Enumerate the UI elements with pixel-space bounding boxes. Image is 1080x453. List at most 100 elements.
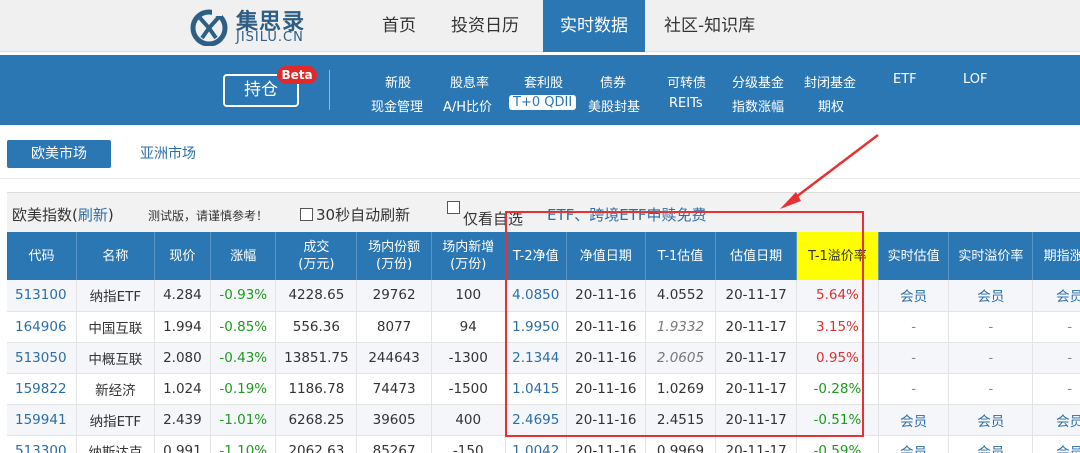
cell-change: -0.19%	[210, 373, 277, 405]
cell-estimate-date: 20-11-17	[715, 435, 798, 453]
subnav-reits[interactable]: REITs	[669, 96, 703, 111]
table-row[interactable]: 159941 纳指ETF 2.439 -1.01% 6268.25 39605 400 2.4…	[7, 404, 1080, 436]
column-header-realtime-premium[interactable]: 实时溢价率	[948, 232, 1034, 280]
column-header-futures-change[interactable]: 期指涨幅	[1032, 232, 1080, 280]
subnav-convertible-bonds[interactable]: 可转债	[667, 72, 706, 91]
cell-shares: 74473	[356, 373, 432, 405]
cell-t2-nav: 1.0042	[505, 435, 567, 453]
subnav-etf[interactable]: ETF	[893, 72, 917, 87]
subnav-ah-ratio[interactable]: A/H比价	[443, 96, 492, 115]
cell-futures-change[interactable]: 会员	[1032, 435, 1080, 453]
cell-nav-date: 20-11-16	[566, 404, 646, 436]
cell-shares: 85267	[356, 435, 432, 453]
column-header-new-shares[interactable]: 场内新增 (万份)	[431, 232, 506, 280]
watchlist-only-toggle[interactable]: 仅看自选	[447, 201, 523, 228]
cell-realtime-estimate[interactable]: 会员	[878, 404, 950, 436]
subnav-divider	[329, 70, 330, 110]
table-row[interactable]: 164906 中国互联 1.994 -0.85% 556.36 8077 94 1.9950 2…	[7, 311, 1080, 343]
column-header-code[interactable]: 代码	[7, 232, 78, 280]
cell-realtime-premium[interactable]: 会员	[948, 404, 1034, 436]
promo-link[interactable]: ETF、跨境ETF申赎免费	[547, 204, 707, 225]
tab-europe-america[interactable]: 欧美市场	[7, 140, 111, 168]
cell-code[interactable]: 513050	[7, 342, 78, 374]
cell-price: 4.284	[154, 280, 212, 312]
column-header-t1-premium[interactable]: T-1溢价率	[796, 232, 879, 280]
watchlist-only-checkbox[interactable]	[447, 201, 460, 214]
nav-home[interactable]: 首页	[382, 0, 420, 52]
cell-t1-estimate: 2.4515	[645, 404, 717, 436]
subnav-options[interactable]: 期权	[818, 96, 844, 115]
cell-t1-premium: -0.28%	[796, 373, 879, 405]
cell-t1-premium: -0.59%	[796, 435, 879, 453]
subnav-lof[interactable]: LOF	[963, 72, 988, 87]
subnav-bonds[interactable]: 债券	[600, 72, 626, 91]
auto-refresh-toggle[interactable]: 30秒自动刷新	[300, 204, 410, 225]
subnav-new-stocks[interactable]: 新股	[385, 72, 411, 91]
cell-t1-estimate: 0.9969	[645, 435, 717, 453]
subnav-arbitrage[interactable]: 套利股	[524, 72, 563, 91]
cell-nav-date: 20-11-16	[566, 280, 646, 312]
cell-realtime-estimate[interactable]: 会员	[878, 435, 950, 453]
cell-t1-premium: 5.64%	[796, 280, 879, 312]
cell-futures-change[interactable]: 会员	[1032, 404, 1080, 436]
cell-turnover: 556.36	[275, 311, 358, 343]
tab-asia[interactable]: 亚洲市场	[140, 140, 196, 168]
cell-t2-nav: 1.9950	[505, 311, 567, 343]
column-header-shares[interactable]: 场内份额 (万份)	[356, 232, 432, 280]
column-header-estimate-date[interactable]: 估值日期	[715, 232, 798, 280]
subnav-t0-qdii[interactable]: T+0 QDII	[509, 95, 577, 110]
cell-futures-change[interactable]: 会员	[1032, 280, 1080, 312]
column-header-name[interactable]: 名称	[76, 232, 155, 280]
subnav-index-change[interactable]: 指数涨幅	[732, 96, 784, 115]
column-header-turnover[interactable]: 成交 (万元)	[275, 232, 358, 280]
cell-t1-estimate: 1.0269	[645, 373, 717, 405]
column-header-t2-nav[interactable]: T-2净值	[505, 232, 567, 280]
cell-change: -1.01%	[210, 404, 277, 436]
cell-nav-date: 20-11-16	[566, 373, 646, 405]
subnav-us-closed-funds[interactable]: 美股封基	[588, 96, 640, 115]
cell-price: 2.080	[154, 342, 212, 374]
nav-community[interactable]: 社区-知识库	[664, 0, 774, 52]
cell-price: 0.991	[154, 435, 212, 453]
cell-code[interactable]: 513300	[7, 435, 78, 453]
cell-name: 中概互联	[76, 342, 155, 374]
column-header-nav-date[interactable]: 净值日期	[566, 232, 646, 280]
cell-shares: 244643	[356, 342, 432, 374]
nav-realtime-data[interactable]: 实时数据	[543, 0, 645, 52]
cell-code[interactable]: 159941	[7, 404, 78, 436]
table-row[interactable]: 513050 中概互联 2.080 -0.43% 13851.75 244643 -1300…	[7, 342, 1080, 374]
subnav-dividend-yield[interactable]: 股息率	[450, 72, 489, 91]
cell-estimate-date: 20-11-17	[715, 404, 798, 436]
cell-turnover: 1186.78	[275, 373, 358, 405]
nav-investment-calendar[interactable]: 投资日历	[451, 0, 525, 52]
table-row[interactable]: 159822 新经济 1.024 -0.19% 1186.78 74473 -1500 1.0…	[7, 373, 1080, 405]
cell-change: -0.85%	[210, 311, 277, 343]
subnav-structured-funds[interactable]: 分级基金	[732, 72, 784, 91]
logo-english-text: JISILU.CN	[236, 30, 304, 45]
cell-code[interactable]: 159822	[7, 373, 78, 405]
cell-code[interactable]: 164906	[7, 311, 78, 343]
subnav-closed-end-funds[interactable]: 封闭基金	[804, 72, 856, 91]
column-header-realtime-estimate[interactable]: 实时估值	[878, 232, 950, 280]
column-header-price[interactable]: 现价	[154, 232, 212, 280]
auto-refresh-checkbox[interactable]	[300, 208, 313, 221]
column-header-t1-estimate[interactable]: T-1估值	[645, 232, 717, 280]
cell-turnover: 2062.63	[275, 435, 358, 453]
cell-realtime-premium[interactable]: 会员	[948, 435, 1034, 453]
cell-t1-estimate: 2.0605	[645, 342, 717, 374]
cell-realtime-premium[interactable]: 会员	[948, 280, 1034, 312]
fund-table-container: 代码 名称 现价 涨幅 成交 (万元) 场内份额 (万份) 场内新增 (万份) T-2净值 净值日期 T…	[7, 232, 1080, 453]
refresh-link[interactable]: 刷新	[78, 206, 108, 224]
cell-realtime-estimate: -	[878, 342, 950, 374]
cell-name: 中国互联	[76, 311, 155, 343]
subnav-cash-management[interactable]: 现金管理	[371, 96, 423, 115]
cell-name: 纳指ETF	[76, 404, 155, 436]
site-logo[interactable]: 集思录 JISILU.CN	[190, 4, 330, 48]
cell-nav-date: 20-11-16	[566, 435, 646, 453]
cell-realtime-estimate[interactable]: 会员	[878, 280, 950, 312]
table-row[interactable]: 513100 纳指ETF 4.284 -0.93% 4228.65 29762 100 4.0…	[7, 280, 1080, 312]
table-row[interactable]: 513300 纳斯达克 0.991 -1.10% 2062.63 85267 -150 1.0…	[7, 435, 1080, 453]
cell-code[interactable]: 513100	[7, 280, 78, 312]
column-header-change[interactable]: 涨幅	[210, 232, 277, 280]
cell-nav-date: 20-11-16	[566, 311, 646, 343]
